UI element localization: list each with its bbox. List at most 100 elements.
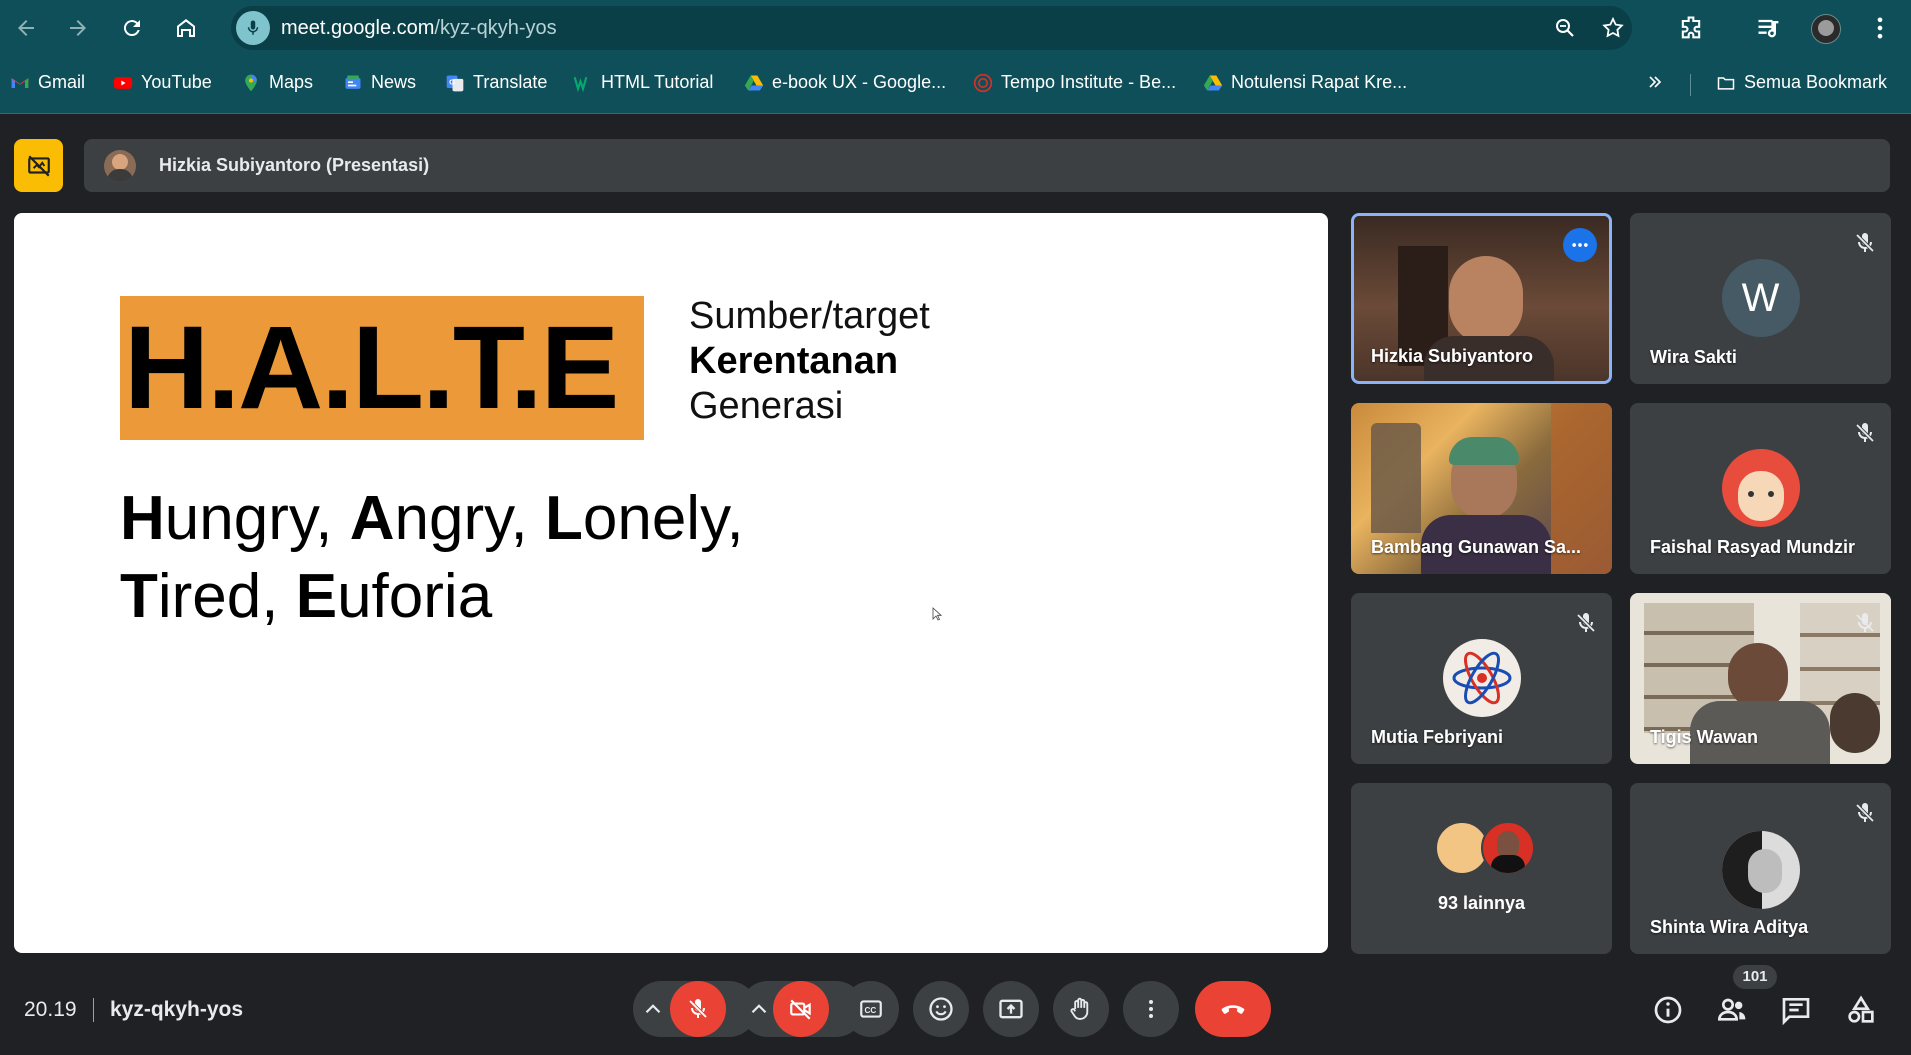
gmail-icon — [11, 77, 29, 88]
hand-icon — [1070, 997, 1089, 1020]
browser-toolbar: meet.google.com/kyz-qkyh-yos Gmail YouTu… — [0, 0, 1911, 114]
word-rest: uforia — [337, 562, 493, 631]
bookmarks-bar: Gmail YouTube Maps News G Translate HTML… — [0, 66, 1911, 102]
mic-off-icon — [1576, 613, 1596, 633]
captions-button[interactable]: CC — [843, 981, 899, 1037]
media-control-icon[interactable] — [1755, 14, 1783, 42]
mic-off-icon — [1856, 613, 1874, 632]
participant-name: Bambang Gunawan Sa... — [1371, 537, 1582, 557]
home-icon[interactable] — [168, 10, 204, 46]
meeting-time: 20.19 — [24, 998, 77, 1021]
bookmarks-overflow-button[interactable] — [1645, 72, 1665, 92]
participant-tile[interactable]: W Wira Sakti — [1630, 213, 1891, 384]
presentation-off-icon — [27, 154, 50, 177]
bookmarks-divider — [1690, 74, 1691, 96]
more-vert-icon[interactable] — [1866, 14, 1894, 42]
mic-off-icon — [1855, 803, 1875, 823]
participant-avatar — [1442, 639, 1521, 717]
mouse-cursor-icon — [932, 607, 942, 621]
raise-hand-button[interactable] — [1053, 981, 1109, 1037]
participant-tile[interactable]: Shinta Wira Aditya — [1630, 783, 1891, 954]
participant-tile[interactable]: Tigis Wawan — [1630, 593, 1891, 764]
bookmark-translate[interactable]: G Translate — [445, 72, 547, 93]
bookmark-maps[interactable]: Maps — [241, 72, 313, 93]
word-rest: ired, — [157, 562, 296, 631]
more-options-button[interactable] — [1123, 981, 1179, 1037]
participant-tile[interactable]: Mutia Febriyani — [1351, 593, 1612, 764]
mic-off-icon — [688, 999, 708, 1019]
bookmark-notulensi-rapat[interactable]: Notulensi Rapat Kre... — [1203, 72, 1407, 93]
all-bookmarks-button[interactable]: Semua Bookmark — [1716, 72, 1887, 93]
presentation-toggle-button[interactable] — [14, 139, 63, 192]
more-vert-icon — [1149, 1000, 1153, 1018]
slide-side-line-3: Generasi — [689, 385, 844, 427]
zoom-icon[interactable] — [1553, 16, 1577, 40]
translate-icon: G — [446, 75, 464, 91]
news-icon — [345, 75, 361, 89]
participant-name: Mutia Febriyani — [1371, 727, 1504, 747]
leave-call-button[interactable] — [1195, 981, 1271, 1037]
mic-icon[interactable] — [236, 11, 270, 45]
bookmark-news[interactable]: News — [343, 72, 416, 93]
reactions-button[interactable] — [913, 981, 969, 1037]
back-icon[interactable] — [8, 10, 44, 46]
slide-side-line-1: Sumber/target — [689, 295, 930, 337]
chevron-up-icon[interactable] — [746, 996, 772, 1022]
atom-icon — [1452, 651, 1511, 705]
presenter-bar: Hizkia Subiyantoro (Presentasi) — [84, 139, 1890, 192]
person-head — [1728, 643, 1788, 709]
bookmark-tempo-institute[interactable]: Tempo Institute - Be... — [973, 72, 1176, 93]
initial-letter: H — [120, 484, 165, 553]
mic-toggle-button[interactable] — [670, 981, 726, 1037]
camera-toggle-button[interactable] — [773, 981, 829, 1037]
chevron-up-icon[interactable] — [640, 996, 666, 1022]
participant-tile[interactable]: Bambang Gunawan Sa... — [1351, 403, 1612, 574]
time-code-divider — [93, 998, 94, 1022]
forward-icon[interactable] — [60, 10, 96, 46]
initial-letter: E — [295, 562, 338, 631]
tempo-icon — [973, 73, 993, 92]
people-icon[interactable] — [1716, 994, 1748, 1026]
bookmark-gmail[interactable]: Gmail — [10, 72, 85, 93]
mic-off-icon — [1855, 423, 1875, 443]
participant-tile[interactable]: Faishal Rasyad Mundzir — [1630, 403, 1891, 574]
second-person — [1830, 693, 1880, 753]
initial-letter: T — [120, 562, 158, 631]
call-end-icon — [1221, 1005, 1245, 1014]
others-avatar-2 — [1481, 821, 1535, 875]
slide-body-line-2: Tired, Euforia — [120, 561, 492, 632]
word-rest: ungry, — [164, 484, 350, 553]
info-icon[interactable] — [1652, 994, 1684, 1026]
others-count-label: 93 lainnya — [1437, 893, 1526, 913]
participant-tile[interactable]: Hizkia Subiyantoro — [1351, 213, 1612, 384]
others-tile[interactable]: 93 lainnya — [1351, 783, 1612, 954]
initial-letter: A — [349, 484, 395, 553]
more-options-button[interactable] — [1563, 228, 1597, 262]
castle-background — [1371, 423, 1421, 533]
star-icon[interactable] — [1601, 16, 1625, 40]
folder-icon — [1717, 76, 1735, 90]
halte-logo-box: H.A.L.T.E — [120, 296, 644, 440]
word-rest: onely, — [582, 484, 744, 553]
emoji-icon — [929, 997, 953, 1021]
chat-icon[interactable] — [1780, 994, 1812, 1026]
participant-avatar — [1721, 449, 1800, 527]
svg-text:G: G — [449, 77, 455, 86]
present-now-button[interactable] — [983, 981, 1039, 1037]
reload-icon[interactable] — [114, 10, 150, 46]
address-bar[interactable]: meet.google.com/kyz-qkyh-yos — [231, 6, 1632, 50]
activities-icon[interactable] — [1845, 994, 1877, 1026]
person-hat — [1449, 437, 1519, 465]
word-rest: ngry, — [394, 484, 545, 553]
bookmark-ebook-ux[interactable]: e-book UX - Google... — [744, 72, 946, 93]
extensions-icon[interactable] — [1677, 14, 1705, 42]
participant-count-badge: 101 — [1733, 965, 1777, 989]
participant-name: Faishal Rasyad Mundzir — [1650, 537, 1856, 557]
bookmark-youtube[interactable]: YouTube — [113, 72, 212, 93]
toolbar-divider — [0, 113, 1911, 114]
bookmark-html-tutorial[interactable]: HTML Tutorial — [573, 72, 713, 93]
slide-side-line-2: Kerentanan — [689, 340, 899, 382]
profile-avatar[interactable] — [1811, 14, 1841, 44]
svg-text:CC: CC — [865, 1006, 877, 1015]
present-to-all-icon — [999, 999, 1023, 1019]
